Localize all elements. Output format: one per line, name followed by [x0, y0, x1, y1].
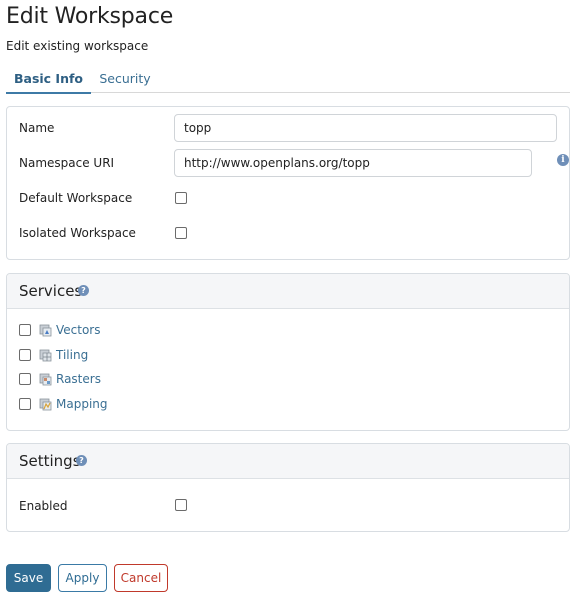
- vectors-icon: [39, 324, 52, 337]
- rasters-icon: [39, 373, 52, 386]
- cancel-button[interactable]: Cancel: [114, 564, 168, 592]
- mapping-icon: [39, 398, 52, 411]
- enabled-label: Enabled: [19, 499, 68, 513]
- tab-basic-info[interactable]: Basic Info: [6, 66, 91, 94]
- rasters-link[interactable]: Rasters: [56, 372, 101, 386]
- name-label: Name: [19, 121, 55, 135]
- default-workspace-label: Default Workspace: [19, 191, 133, 205]
- default-workspace-checkbox[interactable]: [175, 192, 187, 204]
- settings-help-icon[interactable]: ?: [76, 455, 87, 466]
- enabled-checkbox[interactable]: [175, 499, 187, 511]
- isolated-workspace-label: Isolated Workspace: [19, 226, 136, 240]
- tab-bar: Basic Info Security: [6, 66, 570, 94]
- settings-panel: Settings ? Enabled: [6, 443, 570, 532]
- name-field[interactable]: topp: [174, 114, 557, 142]
- services-help-icon[interactable]: ?: [78, 285, 89, 296]
- basic-info-panel: Name topp Namespace URI http://www.openp…: [6, 106, 570, 260]
- page-title: Edit Workspace: [6, 4, 174, 29]
- namespace-uri-field[interactable]: http://www.openplans.org/topp: [174, 149, 532, 177]
- info-icon[interactable]: i: [557, 154, 569, 166]
- apply-button[interactable]: Apply: [58, 564, 107, 592]
- vectors-checkbox[interactable]: [19, 324, 31, 336]
- settings-header: Settings ?: [7, 444, 569, 479]
- page-subtitle: Edit existing workspace: [6, 39, 149, 53]
- mapping-link[interactable]: Mapping: [56, 397, 108, 411]
- services-header: Services ?: [7, 274, 569, 309]
- isolated-workspace-checkbox[interactable]: [175, 227, 187, 239]
- services-title: Services: [19, 282, 83, 300]
- namespace-uri-label: Namespace URI: [19, 156, 115, 170]
- save-button[interactable]: Save: [6, 564, 51, 592]
- vectors-link[interactable]: Vectors: [56, 323, 101, 337]
- tiling-icon: [39, 349, 52, 362]
- tab-security[interactable]: Security: [96, 66, 154, 93]
- tiling-link[interactable]: Tiling: [56, 348, 88, 362]
- rasters-checkbox[interactable]: [19, 373, 31, 385]
- mapping-checkbox[interactable]: [19, 398, 31, 410]
- tiling-checkbox[interactable]: [19, 349, 31, 361]
- services-panel: Services ? Vectors Tiling Rasters Mappin…: [6, 273, 570, 431]
- settings-title: Settings: [19, 452, 81, 470]
